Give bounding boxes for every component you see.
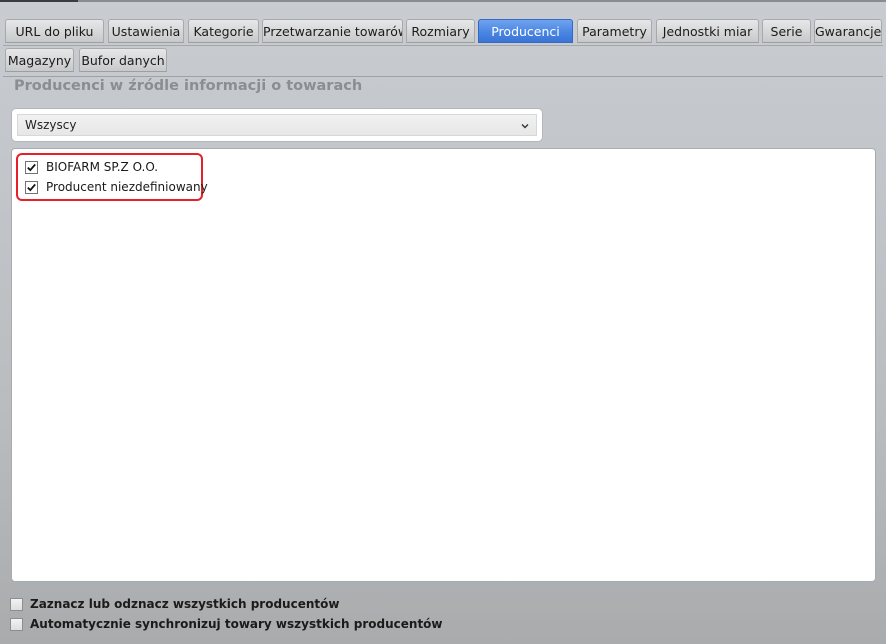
tab-rozmiary[interactable]: Rozmiary [406,19,475,43]
tab-bufor-danych[interactable]: Bufor danych [79,48,167,72]
chevron-down-icon [520,120,530,130]
tab-strip: URL do pliku Ustawienia Kategorie Przetw… [0,15,886,77]
window-top-border [0,0,886,2]
tab-serie[interactable]: Serie [762,19,811,43]
checkmark-icon [27,163,36,171]
tab-przetwarzanie-towarow[interactable]: Przetwarzanie towarów [262,19,403,43]
section-title: Producenci w źródle informacji o towarac… [14,78,363,94]
filter-frame: Wszyscy [11,108,543,142]
tab-row-divider [3,45,883,46]
producer-item-biofarm[interactable]: BIOFARM SP.Z O.O. [25,158,158,176]
window-top-accent [0,0,78,2]
producer-checkbox[interactable] [25,160,38,174]
dropdown-selected-value: Wszyscy [25,118,77,132]
select-all-checkbox[interactable] [10,597,23,611]
producer-filter-dropdown[interactable]: Wszyscy [17,114,537,136]
tab-jednostki-miar[interactable]: Jednostki miar [656,19,759,43]
auto-sync-checkbox[interactable] [10,617,23,631]
select-all-option[interactable]: Zaznacz lub odznacz wszystkich producent… [10,596,339,612]
checkmark-icon [27,183,36,191]
producer-checkbox[interactable] [25,180,38,194]
tab-gwarancje[interactable]: Gwarancje [814,19,882,43]
tab-kategorie[interactable]: Kategorie [188,19,259,43]
tab-ustawienia[interactable]: Ustawienia [108,19,184,43]
producer-item-niezdefiniowany[interactable]: Producent niezdefiniowany [25,178,208,196]
auto-sync-label: Automatycznie synchronizuj towary wszyst… [30,617,443,631]
tab-producenci[interactable]: Producenci [478,19,573,43]
producer-list: BIOFARM SP.Z O.O. Producent niezdefiniow… [11,148,876,582]
tab-magazyny[interactable]: Magazyny [5,48,74,72]
producer-label: BIOFARM SP.Z O.O. [46,160,159,174]
tab-url-do-pliku[interactable]: URL do pliku [5,19,104,43]
tab-parametry[interactable]: Parametry [577,19,652,43]
tab-row-divider [3,76,883,77]
select-all-label: Zaznacz lub odznacz wszystkich producent… [30,597,340,611]
auto-sync-option[interactable]: Automatycznie synchronizuj towary wszyst… [10,616,443,632]
producer-label: Producent niezdefiniowany [46,180,208,194]
